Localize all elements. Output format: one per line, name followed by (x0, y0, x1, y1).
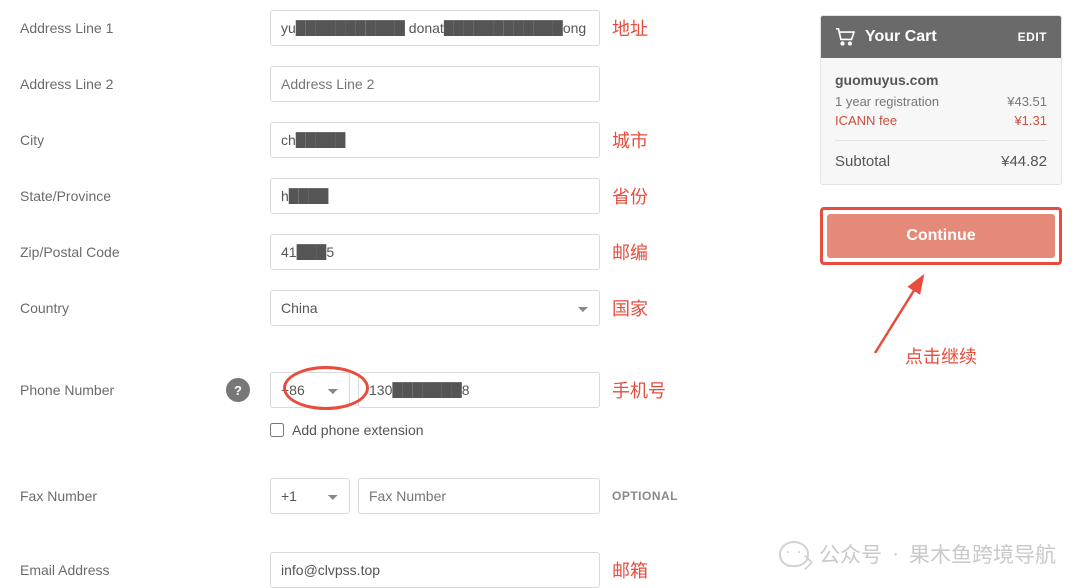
cart-reg-label: 1 year registration (835, 94, 939, 109)
contact-form: Address Line 1 地址 Address Line 2 City 城市… (0, 0, 820, 583)
zip-input[interactable] (270, 234, 600, 270)
fax-country-code-select[interactable]: +1 (270, 478, 350, 514)
cart-icon (835, 28, 855, 46)
cart-panel: Your Cart EDIT guomuyus.com 1 year regis… (820, 0, 1080, 583)
address2-label: Address Line 2 (20, 76, 270, 92)
email-annotation: 邮箱 (612, 557, 648, 583)
city-annotation: 城市 (612, 127, 648, 153)
wechat-icon (779, 541, 809, 567)
address2-input[interactable] (270, 66, 600, 102)
add-extension-label: Add phone extension (292, 422, 424, 438)
cart-edit-link[interactable]: EDIT (1018, 30, 1047, 44)
cart-title: Your Cart (865, 28, 937, 46)
state-input[interactable] (270, 178, 600, 214)
country-select[interactable]: China (270, 290, 600, 326)
watermark-prefix: 公众号 (819, 539, 882, 569)
add-extension-checkbox[interactable] (270, 423, 284, 437)
fax-optional-tag: OPTIONAL (612, 489, 678, 503)
continue-highlight-box: Continue (820, 207, 1062, 265)
fax-label: Fax Number (20, 488, 270, 504)
zip-annotation: 邮编 (612, 239, 648, 265)
cart-reg-price: ¥43.51 (1007, 94, 1047, 109)
address1-label: Address Line 1 (20, 20, 270, 36)
address1-input[interactable] (270, 10, 600, 46)
cart-fee-price: ¥1.31 (1014, 113, 1047, 128)
email-label: Email Address (20, 562, 270, 578)
cart-subtotal-price: ¥44.82 (1001, 153, 1047, 170)
phone-label: Phone Number (20, 382, 114, 398)
continue-button[interactable]: Continue (827, 214, 1055, 258)
watermark-dot: · (892, 542, 899, 566)
cart-fee-label: ICANN fee (835, 113, 897, 128)
country-label: Country (20, 300, 270, 316)
click-continue-annotation: 点击继续 (820, 343, 1062, 369)
phone-input[interactable] (358, 372, 600, 408)
fax-input[interactable] (358, 478, 600, 514)
address1-annotation: 地址 (612, 15, 648, 41)
watermark: 公众号 · 果木鱼跨境导航 (779, 539, 1056, 569)
watermark-name: 果木鱼跨境导航 (909, 539, 1056, 569)
phone-annotation: 手机号 (612, 377, 666, 403)
zip-label: Zip/Postal Code (20, 244, 270, 260)
city-label: City (20, 132, 270, 148)
state-label: State/Province (20, 188, 270, 204)
cart-domain: guomuyus.com (835, 72, 1047, 88)
city-input[interactable] (270, 122, 600, 158)
state-annotation: 省份 (612, 183, 648, 209)
cart-subtotal-label: Subtotal (835, 153, 890, 170)
phone-country-code-select[interactable]: +86 (270, 372, 350, 408)
help-icon[interactable]: ? (226, 378, 250, 402)
country-annotation: 国家 (612, 295, 648, 321)
